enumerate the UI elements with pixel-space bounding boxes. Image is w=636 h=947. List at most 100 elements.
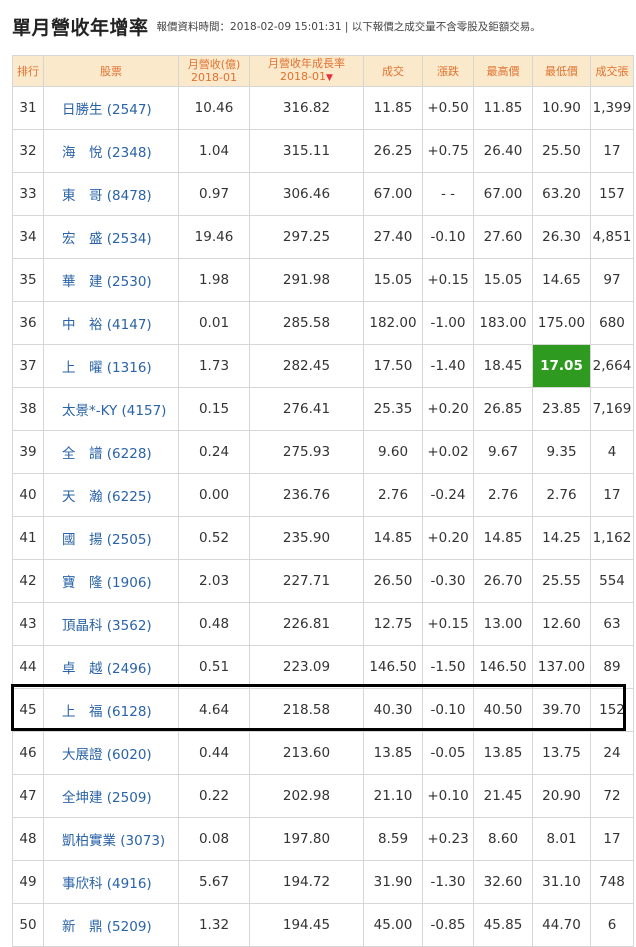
low-price-cell: 9.35 (532, 430, 591, 474)
volume-cell: 157 (590, 172, 634, 216)
stock-link[interactable]: 宏 盛 (2534) (43, 215, 179, 259)
close-price-cell: 13.85 (363, 731, 423, 775)
volume-cell: 97 (590, 258, 634, 302)
stock-link[interactable]: 寶 隆 (1906) (43, 559, 179, 603)
monthly-revenue-cell: 0.08 (178, 817, 250, 861)
table-row: 41 國 揚 (2505) 0.52 235.90 14.85 +0.20 14.85 14.… (12, 516, 634, 560)
table-row: 43 頂晶科 (3562) 0.48 226.81 12.75 +0.15 13.00 12.… (12, 602, 634, 646)
monthly-revenue-cell: 0.52 (178, 516, 250, 560)
low-price-cell: 14.25 (532, 516, 591, 560)
table-row: 35 華 建 (2530) 1.98 291.98 15.05 +0.15 15.05 14.… (12, 258, 634, 302)
column-header-revenue[interactable]: 月營收(億) 2018-01 (178, 55, 250, 87)
stock-link[interactable]: 大展證 (6020) (43, 731, 179, 775)
rank-cell: 33 (12, 172, 44, 216)
monthly-revenue-cell: 0.44 (178, 731, 250, 775)
column-header-stock[interactable]: 股票 (43, 55, 179, 87)
volume-cell: 6 (590, 903, 634, 947)
column-header-close[interactable]: 成交 (363, 55, 423, 87)
column-header-label: 排行 (17, 64, 39, 78)
stock-link[interactable]: 太景*-KY (4157) (43, 387, 179, 431)
growth-rate-cell: 235.90 (249, 516, 364, 560)
table-row: 39 全 譜 (6228) 0.24 275.93 9.60 +0.02 9.67 9.35 4 (12, 430, 634, 474)
monthly-revenue-cell: 2.03 (178, 559, 250, 603)
volume-cell: 17 (590, 473, 634, 517)
stock-link[interactable]: 上 曜 (1316) (43, 344, 179, 388)
low-price-cell: 23.85 (532, 387, 591, 431)
column-header-label: 股票 (100, 64, 122, 78)
stock-link[interactable]: 東 哥 (8478) (43, 172, 179, 216)
rank-cell: 34 (12, 215, 44, 259)
table-row: 48 凱柏實業 (3073) 0.08 197.80 8.59 +0.23 8.60 8.01… (12, 817, 634, 861)
price-change-cell: -1.30 (422, 860, 474, 904)
high-price-cell: 27.60 (473, 215, 533, 259)
volume-cell: 89 (590, 645, 634, 689)
rank-cell: 41 (12, 516, 44, 560)
rank-cell: 47 (12, 774, 44, 818)
monthly-revenue-cell: 0.51 (178, 645, 250, 689)
stock-link[interactable]: 華 建 (2530) (43, 258, 179, 302)
high-price-cell: 11.85 (473, 86, 533, 130)
price-change-cell: -1.00 (422, 301, 474, 345)
column-header-low[interactable]: 最低價 (532, 55, 591, 87)
stock-link[interactable]: 上 福 (6128) (43, 688, 179, 732)
stock-link[interactable]: 國 揚 (2505) (43, 516, 179, 560)
stock-link[interactable]: 天 瀚 (6225) (43, 473, 179, 517)
low-price-cell: 137.00 (532, 645, 591, 689)
column-header-change[interactable]: 漲跌 (422, 55, 474, 87)
high-price-cell: 67.00 (473, 172, 533, 216)
growth-rate-cell: 197.80 (249, 817, 364, 861)
table-row: 32 海 悅 (2348) 1.04 315.11 26.25 +0.75 26.40 25.… (12, 129, 634, 173)
close-price-cell: 11.85 (363, 86, 423, 130)
stock-link[interactable]: 凱柏實業 (3073) (43, 817, 179, 861)
table-row: 33 東 哥 (8478) 0.97 306.46 67.00- -67.00 63.20… (12, 172, 634, 216)
quote-time-note: 報價資料時間：2018-02-09 15:01:31 | 以下報價之成交量不含零… (156, 20, 541, 33)
low-price-cell: 17.05 (532, 344, 591, 388)
low-price-cell: 44.70 (532, 903, 591, 947)
price-change-cell: -0.10 (422, 215, 474, 259)
revenue-growth-table: 排行 股票 月營收(億) 2018-01 月營收年成長率 2018-01▼ 成交 漲跌 最高價最… (12, 55, 634, 947)
column-header-growth[interactable]: 月營收年成長率 2018-01▼ (249, 55, 364, 87)
stock-link[interactable]: 新 鼎 (5209) (43, 903, 179, 947)
stock-link[interactable]: 日勝生 (2547) (43, 86, 179, 130)
stock-link[interactable]: 全坤建 (2509) (43, 774, 179, 818)
rank-cell: 39 (12, 430, 44, 474)
growth-rate-cell: 202.98 (249, 774, 364, 818)
growth-rate-cell: 291.98 (249, 258, 364, 302)
table-row: 44 卓 越 (2496) 0.51 223.09 146.50 -1.50 146.50 1… (12, 645, 634, 689)
rank-cell: 40 (12, 473, 44, 517)
column-header-rank[interactable]: 排行 (12, 55, 44, 87)
low-price-cell: 26.30 (532, 215, 591, 259)
stock-link[interactable]: 頂晶科 (3562) (43, 602, 179, 646)
close-price-cell: 25.35 (363, 387, 423, 431)
column-header-volume[interactable]: 成交張 (590, 55, 634, 87)
high-price-cell: 146.50 (473, 645, 533, 689)
column-header-high[interactable]: 最高價 (473, 55, 533, 87)
close-price-cell: 146.50 (363, 645, 423, 689)
rank-cell: 36 (12, 301, 44, 345)
stock-link[interactable]: 事欣科 (4916) (43, 860, 179, 904)
stock-link[interactable]: 卓 越 (2496) (43, 645, 179, 689)
column-header-label: 最低價 (545, 64, 578, 78)
column-header-period: 2018-01 (180, 71, 249, 84)
close-price-cell: 40.30 (363, 688, 423, 732)
low-price-cell: 63.20 (532, 172, 591, 216)
price-change-cell: -0.30 (422, 559, 474, 603)
price-change-cell: -1.40 (422, 344, 474, 388)
close-price-cell: 45.00 (363, 903, 423, 947)
low-price-cell: 14.65 (532, 258, 591, 302)
high-price-cell: 45.85 (473, 903, 533, 947)
monthly-revenue-cell: 0.01 (178, 301, 250, 345)
high-price-cell: 21.45 (473, 774, 533, 818)
growth-rate-cell: 275.93 (249, 430, 364, 474)
price-change-cell: -0.24 (422, 473, 474, 517)
close-price-cell: 15.05 (363, 258, 423, 302)
stock-link[interactable]: 中 裕 (4147) (43, 301, 179, 345)
stock-link[interactable]: 全 譜 (6228) (43, 430, 179, 474)
volume-cell: 1,399 (590, 86, 634, 130)
monthly-revenue-cell: 1.73 (178, 344, 250, 388)
column-header-period-text: 2018-01 (280, 70, 327, 83)
high-price-cell: 13.85 (473, 731, 533, 775)
low-price-cell: 10.90 (532, 86, 591, 130)
stock-link[interactable]: 海 悅 (2348) (43, 129, 179, 173)
close-price-cell: 21.10 (363, 774, 423, 818)
